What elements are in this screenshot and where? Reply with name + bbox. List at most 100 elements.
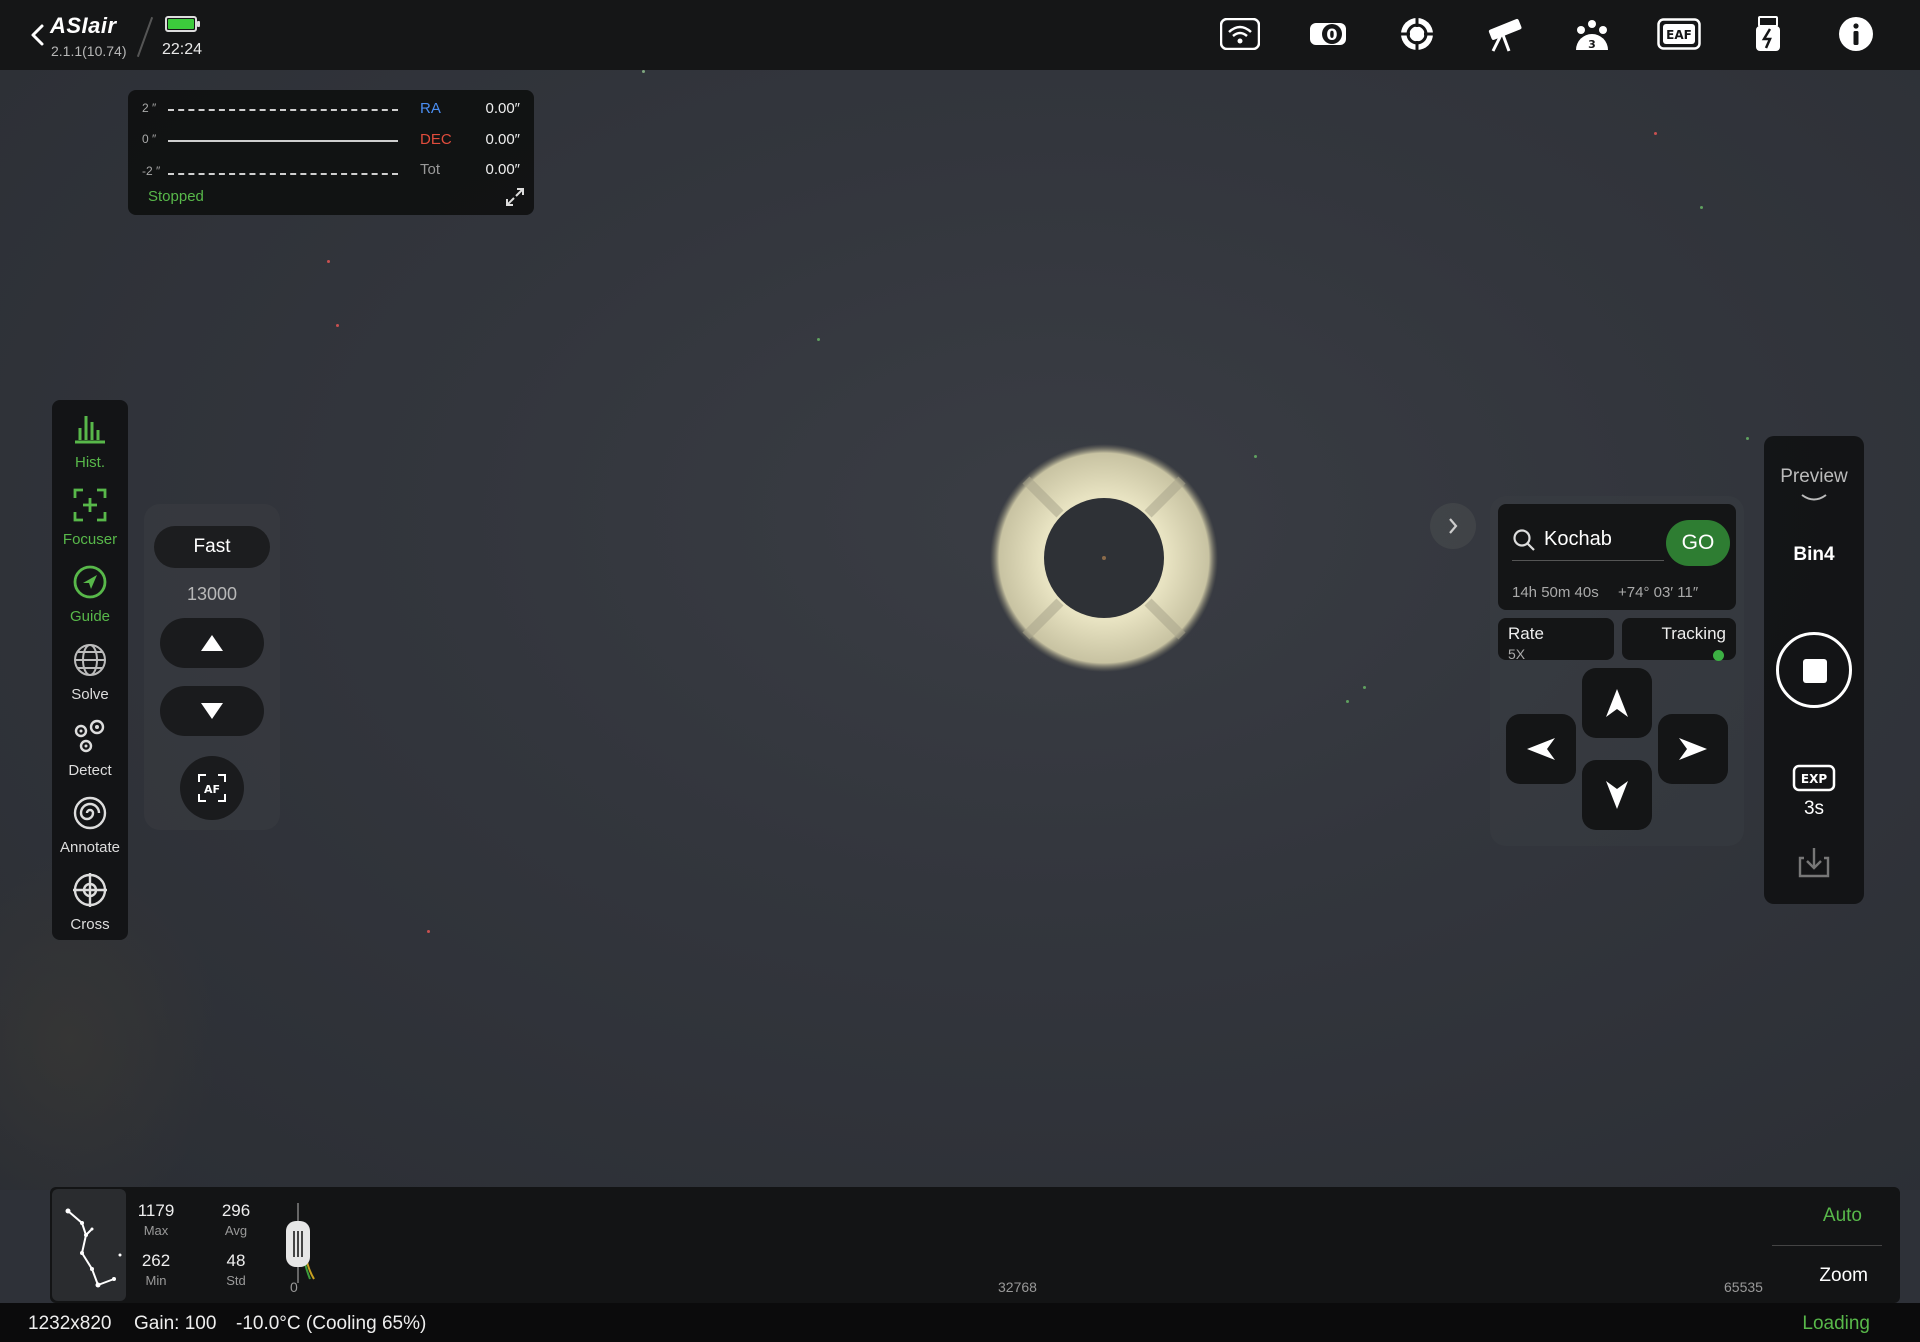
guide-scope-icon[interactable] xyxy=(1395,14,1439,54)
ra-label: RA xyxy=(420,100,441,117)
star xyxy=(336,324,339,327)
star xyxy=(427,930,430,933)
tick-label: 2 ″ xyxy=(142,101,157,115)
globe-icon xyxy=(74,644,106,676)
galaxy-icon xyxy=(73,796,107,830)
arrow-up-icon xyxy=(1606,689,1628,717)
autofocus-button[interactable]: AF xyxy=(180,756,244,820)
tool-annotate[interactable]: Annotate xyxy=(52,789,128,859)
ra-value: 0.00″ xyxy=(485,100,520,117)
focus-out-button[interactable] xyxy=(160,686,264,736)
tot-label: Tot xyxy=(420,161,441,178)
info-icon[interactable] xyxy=(1834,14,1878,54)
tool-solve[interactable]: Solve xyxy=(52,636,128,706)
target-dec: +74° 03′ 11″ xyxy=(1618,584,1699,601)
dec-value: 0.00″ xyxy=(485,131,520,148)
star xyxy=(642,70,645,73)
svg-text:0: 0 xyxy=(1326,25,1337,44)
status-bar: 1232x820 Gain: 100 -10.0°C (Cooling 65%)… xyxy=(0,1303,1920,1342)
collapse-panel-button[interactable] xyxy=(1430,503,1476,549)
camera-icon[interactable]: 0 xyxy=(1306,14,1350,54)
tool-label: Guide xyxy=(69,608,111,625)
stretch-slider[interactable] xyxy=(286,1203,326,1283)
star xyxy=(1363,686,1366,689)
defocused-star xyxy=(990,444,1218,672)
tick-label: -2 ″ xyxy=(142,164,161,178)
chevron-down-icon[interactable] xyxy=(1800,492,1828,504)
back-icon[interactable] xyxy=(26,22,50,48)
tool-label: Annotate xyxy=(59,839,121,856)
auto-stretch-button[interactable]: Auto xyxy=(1823,1205,1862,1227)
constellation-thumbnail[interactable] xyxy=(52,1189,126,1301)
exposure-value[interactable]: 3s xyxy=(1764,798,1864,820)
wifi-icon[interactable] xyxy=(1218,14,1262,54)
expand-icon[interactable] xyxy=(504,186,526,208)
chevron-right-icon xyxy=(1449,518,1458,534)
detect-stars-icon xyxy=(74,719,105,753)
focus-in-button[interactable] xyxy=(160,618,264,668)
divider xyxy=(136,16,154,58)
filter-wheel-icon[interactable]: 3 xyxy=(1570,14,1614,54)
top-bar: ASIair 2.1.1(10.74) 22:24 0 3 EAF xyxy=(0,0,1920,70)
star xyxy=(1346,700,1349,703)
slew-north-button[interactable] xyxy=(1582,668,1652,738)
svg-text:AF: AF xyxy=(204,783,220,796)
histogram-avg: 296 xyxy=(221,1201,251,1220)
capture-mode-selector[interactable]: Preview xyxy=(1764,466,1864,488)
tool-label: Solve xyxy=(71,686,109,703)
svg-text:EXP: EXP xyxy=(1801,772,1827,786)
tracking-label: Tracking xyxy=(1661,624,1726,643)
goto-search: GO 14h 50m 40s +74° 03′ 11″ xyxy=(1498,504,1736,610)
save-image-icon[interactable] xyxy=(1796,844,1832,880)
graph-zero-line xyxy=(168,140,398,142)
divider xyxy=(1772,1245,1882,1246)
graph-gridline xyxy=(168,173,398,175)
histogram-avg-label: Avg xyxy=(224,1223,248,1238)
histogram-tick-low: 0 xyxy=(290,1279,298,1295)
tracking-status-dot xyxy=(1713,650,1724,661)
tool-cross[interactable]: Cross xyxy=(52,866,128,936)
tool-focuser[interactable]: Focuser xyxy=(52,481,128,551)
tool-hist[interactable]: Hist. xyxy=(52,404,128,474)
histogram-icon xyxy=(75,416,105,444)
eaf-icon[interactable]: EAF xyxy=(1657,14,1701,54)
goto-button[interactable]: GO xyxy=(1666,520,1730,566)
clock: 22:24 xyxy=(162,41,203,58)
tool-sidebar: Hist. Focuser Guide Solve Detect Annotat… xyxy=(52,400,128,940)
slew-west-button[interactable] xyxy=(1506,714,1576,784)
exposure-selector[interactable]: EXP xyxy=(1792,764,1836,792)
tool-label: Cross xyxy=(70,916,110,933)
dec-label: DEC xyxy=(420,131,452,148)
rate-label: Rate xyxy=(1508,624,1544,643)
svg-text:EAF: EAF xyxy=(1666,28,1692,42)
tick-label: 0 ″ xyxy=(142,132,157,146)
tot-value: 0.00″ xyxy=(485,161,520,178)
focuser-speed-button[interactable]: Fast xyxy=(154,526,270,568)
target-search-input[interactable] xyxy=(1544,524,1668,554)
slew-rate-selector[interactable]: Rate 5X xyxy=(1498,618,1614,662)
guide-graph[interactable]: 2 ″ 0 ″ -2 ″ RA 0.00″ DEC 0.00″ Tot 0.00… xyxy=(128,90,534,215)
slew-east-button[interactable] xyxy=(1658,714,1728,784)
star xyxy=(327,260,330,263)
tracking-toggle[interactable]: Tracking xyxy=(1622,618,1736,661)
stop-capture-button[interactable] xyxy=(1776,632,1852,708)
telescope-icon[interactable] xyxy=(1482,14,1526,54)
guide-icon xyxy=(73,565,107,599)
zoom-button[interactable]: Zoom xyxy=(1819,1265,1868,1287)
star xyxy=(1654,132,1657,135)
histogram-tick-high: 65535 xyxy=(1724,1279,1763,1295)
histogram-max-label: Max xyxy=(143,1223,169,1238)
image-resolution: 1232x820 xyxy=(28,1313,112,1334)
focuser-panel: Fast 13000 AF xyxy=(144,504,280,830)
search-underline xyxy=(1512,560,1664,561)
star xyxy=(1746,437,1749,440)
histogram-tick-mid: 32768 xyxy=(998,1279,1037,1295)
tool-guide[interactable]: Guide xyxy=(52,558,128,628)
binning-selector[interactable]: Bin4 xyxy=(1764,544,1864,566)
constellation-icon xyxy=(65,1208,122,1288)
tool-label: Detect xyxy=(68,762,112,779)
storage-icon[interactable] xyxy=(1746,14,1790,54)
tool-detect[interactable]: Detect xyxy=(52,712,128,782)
tool-label: Hist. xyxy=(75,454,105,471)
slew-south-button[interactable] xyxy=(1582,760,1652,830)
